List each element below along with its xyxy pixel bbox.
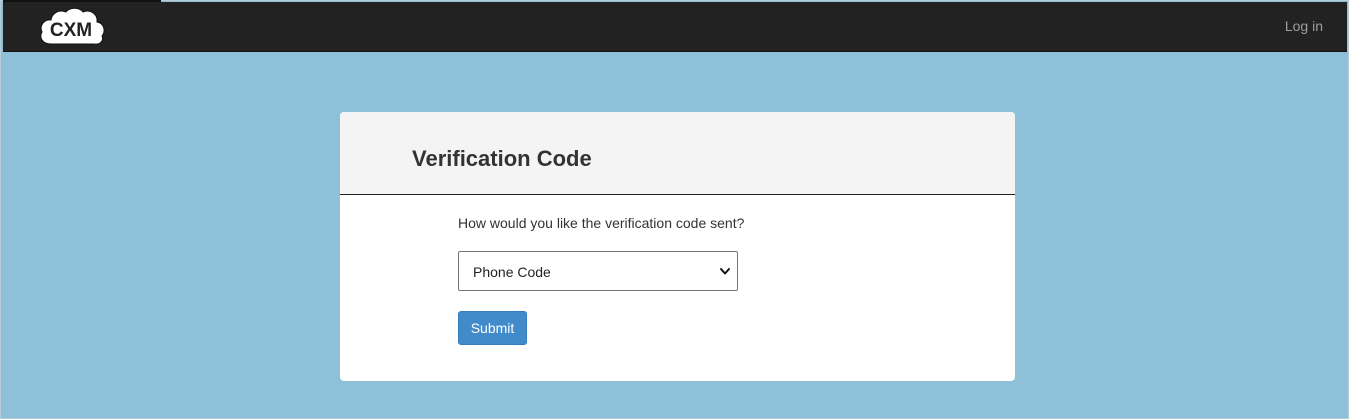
navbar: CXM Log in <box>3 2 1347 52</box>
verification-prompt: How would you like the verification code… <box>458 215 745 231</box>
chevron-down-icon <box>720 268 730 275</box>
login-link[interactable]: Log in <box>1285 18 1323 34</box>
logo-text: CXM <box>50 20 92 41</box>
page-title: Verification Code <box>412 146 592 171</box>
verification-card: Verification Code How would you like the… <box>340 112 1015 381</box>
verification-method-select[interactable]: Phone Code <box>458 251 738 291</box>
card-header: Verification Code <box>340 112 1015 195</box>
selected-method-value: Phone Code <box>473 264 551 280</box>
cxm-logo[interactable]: CXM <box>37 6 107 50</box>
submit-button[interactable]: Submit <box>458 311 527 345</box>
cloud-logo-icon: CXM <box>40 7 105 45</box>
